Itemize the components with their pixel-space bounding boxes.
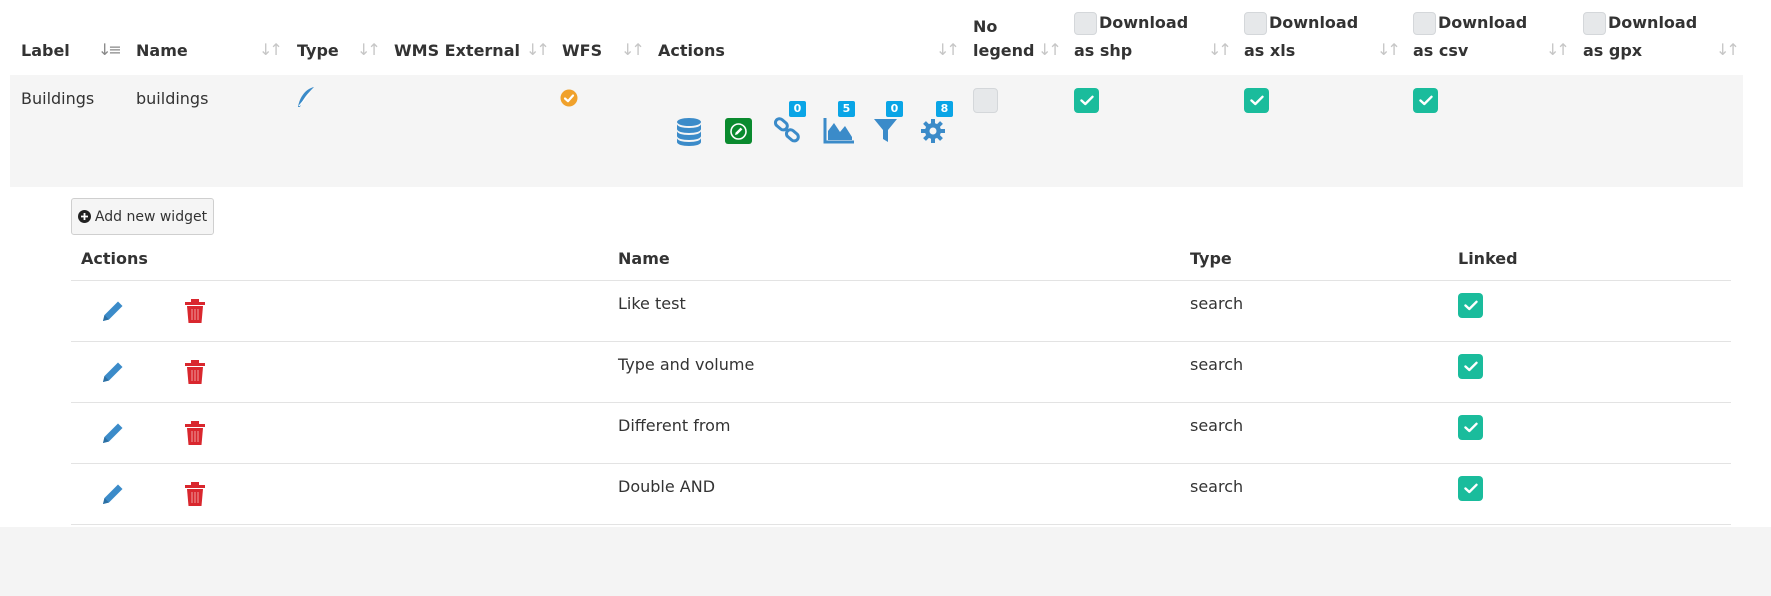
check-icon (1463, 483, 1478, 494)
header-download-shp-line2: as shp (1074, 41, 1133, 60)
widgets-header-divider (71, 280, 1731, 281)
edit-pencil-icon[interactable] (100, 481, 126, 507)
widgets-count-badge: 5 (838, 101, 855, 117)
widget-type: search (1190, 477, 1244, 496)
no-legend-checkbox[interactable] (973, 88, 998, 113)
add-new-widget-label: Add new widget (94, 208, 208, 225)
link-icon[interactable] (773, 117, 803, 144)
edit-pencil-icon[interactable] (100, 359, 126, 385)
plus-circle-icon (77, 210, 91, 223)
widget-type: search (1190, 355, 1244, 374)
sort-name-icon[interactable]: ↓↑ (259, 40, 283, 59)
widgets-header-name: Name (618, 249, 670, 268)
sort-wfs-icon[interactable]: ↓↑ (621, 40, 645, 59)
check-icon (1079, 95, 1094, 106)
widget-type: search (1190, 416, 1244, 435)
check-icon (1418, 95, 1433, 106)
widget-name: Type and volume (618, 355, 755, 374)
area-chart-icon[interactable] (823, 117, 855, 144)
header-wms-external: WMS External (394, 41, 520, 60)
check-icon (1463, 300, 1478, 311)
feather-icon (298, 87, 314, 107)
header-download-shp-line1: Download (1099, 13, 1189, 32)
sort-no-legend-icon[interactable]: ↓↑ (1038, 40, 1062, 59)
widget-name: Like test (618, 294, 686, 313)
widget-name: Different from (618, 416, 731, 435)
layer-label: Buildings (21, 89, 95, 108)
trash-icon[interactable] (185, 482, 205, 506)
widgets-header-actions: Actions (81, 249, 148, 268)
row-divider (71, 524, 1731, 525)
check-icon (1249, 95, 1264, 106)
pencil-icon (730, 122, 747, 140)
editing-pencil-button[interactable] (725, 118, 752, 144)
select-all-csv-checkbox[interactable] (1413, 12, 1436, 35)
header-name: Name (136, 41, 188, 60)
header-download-csv-line1: Download (1438, 13, 1528, 32)
header-download-xls-line1: Download (1269, 13, 1359, 32)
widget-linked-checkbox[interactable] (1458, 293, 1483, 318)
header-no-legend-line1: No (973, 17, 998, 36)
sort-actions-icon[interactable]: ↓↑ (936, 40, 960, 59)
database-icon[interactable] (675, 117, 703, 146)
widget-type: search (1190, 294, 1244, 313)
header-wfs: WFS (562, 41, 603, 60)
header-actions: Actions (658, 41, 725, 60)
widget-linked-checkbox[interactable] (1458, 476, 1483, 501)
add-new-widget-button[interactable]: Add new widget (71, 198, 214, 235)
filter-icon[interactable] (873, 118, 898, 144)
widget-name: Double AND (618, 477, 716, 496)
row-divider (71, 463, 1731, 464)
gear-icon[interactable] (921, 119, 945, 143)
download-xls-checkbox[interactable] (1244, 88, 1269, 113)
sort-csv-icon[interactable]: ↓↑ (1546, 40, 1570, 59)
edit-pencil-icon[interactable] (100, 420, 126, 446)
check-icon (1463, 361, 1478, 372)
trash-icon[interactable] (185, 421, 205, 445)
layer-name: buildings (136, 89, 209, 108)
widgets-header-type: Type (1190, 249, 1232, 268)
select-all-xls-checkbox[interactable] (1244, 12, 1267, 35)
header-no-legend-line2: legend (973, 41, 1035, 60)
widget-linked-checkbox[interactable] (1458, 415, 1483, 440)
row-divider (71, 402, 1731, 403)
widgets-header-linked: Linked (1458, 249, 1518, 268)
trash-icon[interactable] (185, 360, 205, 384)
check-icon (1463, 422, 1478, 433)
header-download-gpx-line1: Download (1608, 13, 1698, 32)
edit-pencil-icon[interactable] (100, 298, 126, 324)
trash-icon[interactable] (185, 299, 205, 323)
header-download-csv-line2: as csv (1413, 41, 1469, 60)
widget-linked-checkbox[interactable] (1458, 354, 1483, 379)
sort-wms-icon[interactable]: ↓↑ (526, 40, 550, 59)
layers-panel: Label ↓≡ Name ↓↑ Type ↓↑ WMS External ↓↑… (0, 0, 1771, 527)
header-label: Label (21, 41, 70, 60)
sort-xls-icon[interactable]: ↓↑ (1377, 40, 1401, 59)
relations-count-badge: 0 (789, 101, 806, 117)
check-circle-icon (560, 89, 578, 107)
sort-label-icon[interactable]: ↓≡ (98, 40, 122, 59)
header-download-xls-line2: as xls (1244, 41, 1296, 60)
header-type: Type (297, 41, 339, 60)
row-divider (71, 341, 1731, 342)
select-all-gpx-checkbox[interactable] (1583, 12, 1606, 35)
download-csv-checkbox[interactable] (1413, 88, 1438, 113)
sort-shp-icon[interactable]: ↓↑ (1208, 40, 1232, 59)
download-shp-checkbox[interactable] (1074, 88, 1099, 113)
sort-gpx-icon[interactable]: ↓↑ (1716, 40, 1740, 59)
constraints-count-badge: 0 (886, 101, 903, 117)
settings-count-badge: 8 (936, 101, 953, 117)
header-download-gpx-line2: as gpx (1583, 41, 1643, 60)
sort-type-icon[interactable]: ↓↑ (357, 40, 381, 59)
select-all-shp-checkbox[interactable] (1074, 12, 1097, 35)
